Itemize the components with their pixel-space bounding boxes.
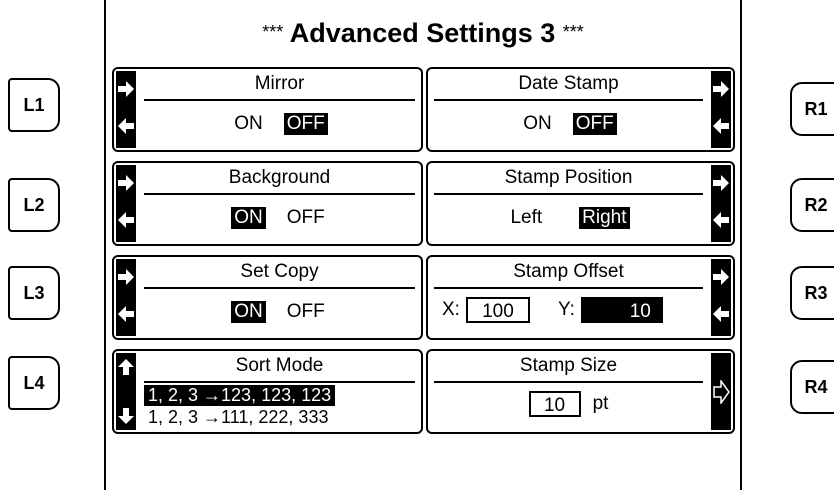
arrow-left-icon — [118, 306, 134, 322]
hardware-button-r2[interactable]: R2 — [790, 178, 834, 232]
arrow-right-icon — [118, 81, 134, 97]
arrow-down-icon — [118, 408, 134, 424]
offset-x-field[interactable]: 100 — [465, 297, 530, 323]
sort-mode-label: Sort Mode — [235, 355, 324, 376]
scroll-arrow-bar — [116, 353, 136, 430]
title-stars-right: *** — [562, 22, 584, 42]
hardware-button-l3[interactable]: L3 — [8, 266, 60, 320]
title-text: Advanced Settings 3 — [289, 18, 556, 48]
stamp-position-panel[interactable]: Stamp Position Left Right — [426, 161, 735, 246]
stamp-position-right-option[interactable]: Right — [579, 207, 630, 229]
mirror-off-option[interactable]: OFF — [283, 113, 328, 135]
hardware-button-l1[interactable]: L1 — [8, 78, 60, 132]
stamp-position-left-option[interactable]: Left — [507, 207, 545, 229]
background-label: Background — [228, 167, 331, 188]
sort-mode-panel[interactable]: Sort Mode 1, 2, 3 →123, 123, 123 1, 2, 3… — [112, 349, 423, 434]
arrow-right-icon — [713, 269, 729, 285]
hardware-button-r1[interactable]: R1 — [790, 82, 834, 136]
stamp-size-field[interactable]: 10 — [528, 391, 581, 417]
mirror-label: Mirror — [254, 73, 305, 94]
set-copy-on-option[interactable]: ON — [231, 301, 266, 323]
background-panel[interactable]: Background ON OFF — [112, 161, 423, 246]
stamp-offset-label: Stamp Offset — [513, 261, 624, 282]
set-copy-label: Set Copy — [240, 261, 319, 282]
title-stars-left: *** — [262, 22, 284, 42]
toggle-arrow-bar — [116, 71, 136, 148]
hardware-button-r4[interactable]: R4 — [790, 360, 834, 414]
set-copy-off-option[interactable]: OFF — [284, 301, 328, 323]
arrow-up-icon — [118, 359, 134, 375]
sort-mode-option-2[interactable]: 1, 2, 3 →111, 222, 333 — [144, 407, 332, 428]
sort-mode-option-1[interactable]: 1, 2, 3 →123, 123, 123 — [144, 385, 336, 406]
offset-x-label: X: — [442, 299, 460, 320]
toggle-arrow-bar — [116, 259, 136, 336]
arrow-left-icon — [713, 118, 729, 134]
arrow-left-icon — [713, 306, 729, 322]
background-off-option[interactable]: OFF — [284, 207, 328, 229]
offset-y-label: Y: — [557, 299, 575, 320]
arrow-left-icon — [118, 212, 134, 228]
arrow-right-outline-icon — [713, 380, 730, 404]
hardware-button-l4[interactable]: L4 — [8, 356, 60, 410]
arrow-right-icon — [713, 175, 729, 191]
offset-y-field[interactable]: 10 — [580, 297, 663, 323]
set-copy-panel[interactable]: Set Copy ON OFF — [112, 255, 423, 340]
arrow-right-icon — [118, 175, 134, 191]
date-stamp-on-option[interactable]: ON — [520, 113, 555, 135]
toggle-arrow-bar — [711, 165, 731, 242]
toggle-arrow-bar — [711, 259, 731, 336]
stamp-position-label: Stamp Position — [504, 167, 633, 188]
hardware-button-l2[interactable]: L2 — [8, 178, 60, 232]
date-stamp-off-option[interactable]: OFF — [572, 113, 617, 135]
date-stamp-label: Date Stamp — [518, 73, 619, 94]
enter-arrow-bar — [711, 353, 731, 430]
arrow-right-icon — [118, 269, 134, 285]
stamp-size-panel[interactable]: Stamp Size 10 pt — [426, 349, 735, 434]
stamp-size-label: Stamp Size — [519, 355, 618, 376]
mirror-on-option[interactable]: ON — [231, 113, 266, 135]
stamp-size-unit: pt — [592, 393, 609, 414]
background-on-option[interactable]: ON — [231, 207, 266, 229]
toggle-arrow-bar — [116, 165, 136, 242]
stamp-offset-panel[interactable]: Stamp Offset X: 100 Y: 10 — [426, 255, 735, 340]
page-title: *** Advanced Settings 3 *** — [106, 18, 740, 49]
date-stamp-panel[interactable]: Date Stamp ON OFF — [426, 67, 735, 152]
arrow-left-icon — [713, 212, 729, 228]
arrow-left-icon — [118, 118, 134, 134]
hardware-button-r3[interactable]: R3 — [790, 266, 834, 320]
mirror-panel[interactable]: Mirror ON OFF — [112, 67, 423, 152]
arrow-right-icon — [713, 81, 729, 97]
toggle-arrow-bar — [711, 71, 731, 148]
